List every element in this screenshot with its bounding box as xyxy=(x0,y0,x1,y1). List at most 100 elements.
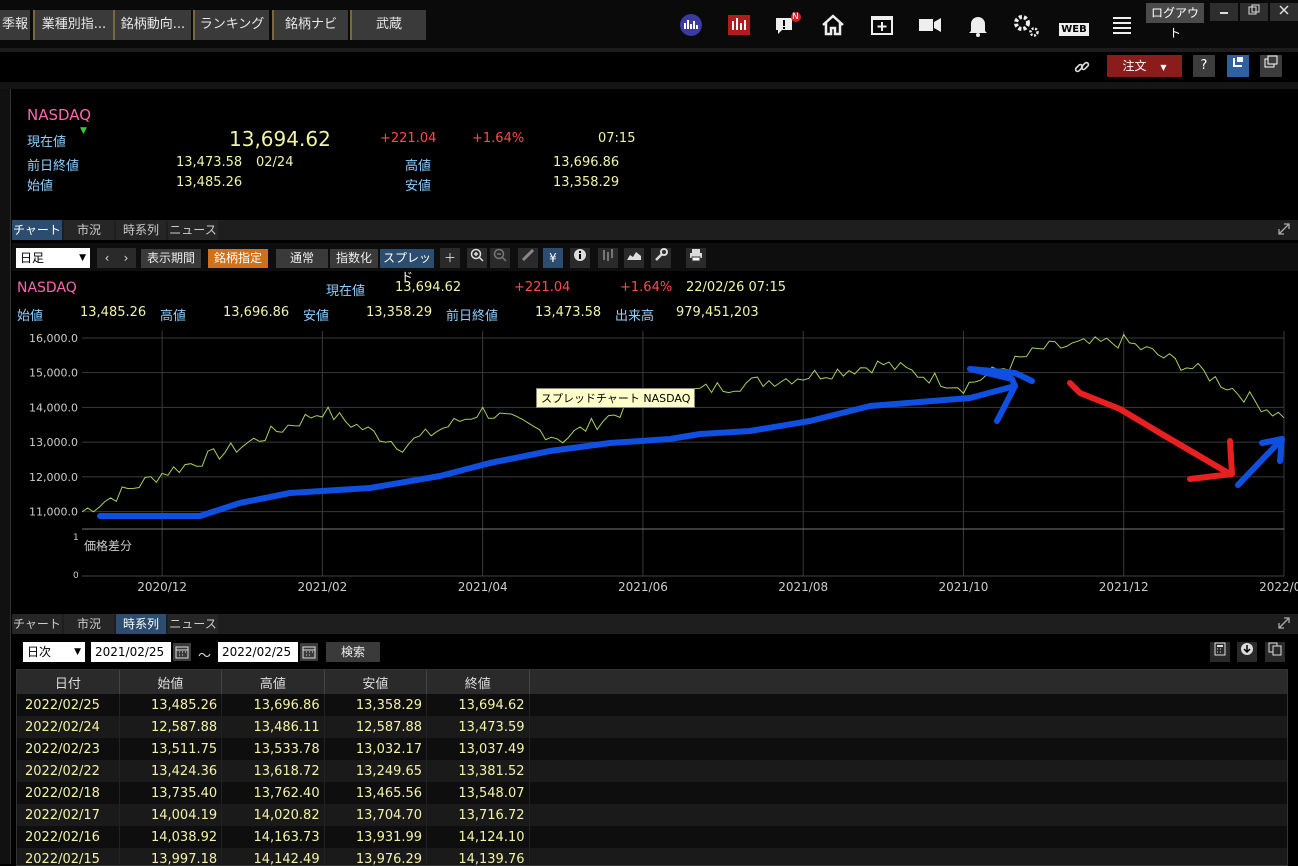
crosshair-icon[interactable]: ＋ xyxy=(440,248,460,268)
chart-prev-label: 前日終値 xyxy=(446,309,499,324)
table-row[interactable]: 2022/02/24 12,587.88 13,486.11 12,587.88 13,… xyxy=(17,716,1287,738)
interval-select[interactable]: 日次 ▼ xyxy=(23,642,85,662)
window-link-icon[interactable] xyxy=(1227,55,1249,77)
cell-high: 13,533.78 xyxy=(221,738,325,760)
ts-expand-icon[interactable] xyxy=(1278,617,1290,632)
logout-button[interactable]: ログアウト xyxy=(1146,3,1204,40)
ts-tab-news[interactable]: ニュース xyxy=(168,614,218,634)
cell-high: 13,618.72 xyxy=(221,760,325,782)
calendar-icon[interactable] xyxy=(173,643,191,661)
menu-icon[interactable] xyxy=(1108,12,1136,38)
restore-icon[interactable] xyxy=(1240,3,1268,21)
cell-open: 14,004.19 xyxy=(119,804,223,826)
calendar-icon[interactable] xyxy=(300,643,318,661)
table-row[interactable]: 2022/02/16 14,038.92 14,163.73 13,931.99 14,… xyxy=(17,826,1287,848)
col-close[interactable]: 終値 xyxy=(426,670,530,694)
spread-button[interactable]: スプレッド xyxy=(380,249,434,284)
col-date[interactable]: 日付 xyxy=(17,670,120,694)
search-button[interactable]: 検索 xyxy=(326,642,380,662)
link-icon[interactable] xyxy=(1072,57,1092,77)
secondary-toolbar xyxy=(0,52,1298,82)
market-icon[interactable] xyxy=(677,12,705,38)
cell-low: 13,931.99 xyxy=(324,826,428,848)
copy-icon[interactable] xyxy=(1265,642,1285,662)
red-down-annotation xyxy=(1067,380,1235,482)
cell-low: 13,249.65 xyxy=(324,760,428,782)
col-low[interactable]: 安値 xyxy=(324,670,428,694)
ts-tab-chart[interactable]: チャート xyxy=(12,614,62,634)
info-icon[interactable] xyxy=(570,248,590,268)
wrench-icon[interactable] xyxy=(651,248,671,268)
cell-close: 13,548.07 xyxy=(426,782,530,804)
ts-tab-market[interactable]: 市況 xyxy=(64,614,114,634)
popout-icon[interactable] xyxy=(1260,55,1282,77)
table-row[interactable]: 2022/02/15 13,997.18 14,142.49 13,976.29 14,… xyxy=(17,848,1287,865)
display-period-button[interactable]: 表示期間 xyxy=(141,249,201,268)
col-high[interactable]: 高値 xyxy=(221,670,325,694)
download-icon[interactable] xyxy=(1237,642,1257,662)
expand-icon[interactable] xyxy=(1278,223,1290,238)
cell-filler xyxy=(529,738,1287,760)
table-row[interactable]: 2022/02/22 13,424.36 13,618.72 13,249.65 13,… xyxy=(17,760,1287,782)
order-button[interactable]: 注文 ▼ xyxy=(1107,55,1182,77)
table-row[interactable]: 2022/02/25 13,485.26 13,696.86 13,358.29 13,… xyxy=(17,694,1287,716)
chart-red-icon[interactable] xyxy=(725,12,753,38)
video-icon[interactable] xyxy=(916,12,944,38)
area-chart-icon[interactable] xyxy=(624,248,644,268)
nav-tab-industry[interactable]: 業種別指... xyxy=(33,10,113,40)
chart-tooltip: スプレッドチャート NASDAQ xyxy=(536,388,696,408)
yen-icon[interactable]: ¥ xyxy=(543,248,563,268)
news-alert-icon[interactable]: N xyxy=(773,12,801,38)
cell-high: 13,696.86 xyxy=(221,694,325,716)
cell-low: 13,465.56 xyxy=(324,782,428,804)
web-icon[interactable]: WEB xyxy=(1058,12,1090,38)
prev-icon[interactable]: ‹ xyxy=(97,248,117,268)
nav-tab-ranking[interactable]: ランキング xyxy=(193,10,269,40)
cell-filler xyxy=(529,716,1287,738)
candles-icon[interactable] xyxy=(598,248,618,268)
close-icon[interactable] xyxy=(1270,3,1298,21)
high-value: 13,696.86 xyxy=(553,155,620,170)
date-from-field[interactable]: 2021/02/25 xyxy=(91,642,171,662)
table-row[interactable]: 2022/02/18 13,735.40 13,762.40 13,465.56 13,… xyxy=(17,782,1287,804)
normal-button[interactable]: 通常 xyxy=(276,249,328,268)
table-row[interactable]: 2022/02/23 13,511.75 13,533.78 13,032.17 13,… xyxy=(17,738,1287,760)
draw-icon[interactable] xyxy=(518,248,538,268)
cell-low: 13,358.29 xyxy=(324,694,428,716)
tab-market[interactable]: 市況 xyxy=(64,220,114,240)
period-select[interactable]: 日足 ▼ xyxy=(16,248,90,268)
print-icon[interactable] xyxy=(686,248,706,268)
index-button[interactable]: 指数化 xyxy=(330,249,378,268)
open-value: 13,485.26 xyxy=(176,175,243,190)
zoom-in-icon[interactable] xyxy=(467,248,487,268)
table-row[interactable]: 2022/02/17 14,004.19 14,020.82 13,704.70 13,… xyxy=(17,804,1287,826)
home-icon[interactable] xyxy=(819,12,847,38)
sub-tick-1: 1 xyxy=(73,533,79,543)
x-tick-label: 2021/12 xyxy=(1099,580,1149,594)
date-to-field[interactable]: 2022/02/25 xyxy=(218,642,298,662)
settings-icon[interactable] xyxy=(1011,12,1039,38)
ts-tab-timeseries[interactable]: 時系列 xyxy=(116,614,166,634)
calculator-icon[interactable] xyxy=(1210,642,1230,662)
blue-up-annotation xyxy=(1235,436,1285,488)
tab-chart[interactable]: チャート xyxy=(12,220,62,240)
minimize-icon[interactable] xyxy=(1210,3,1238,21)
nav-tab-trend[interactable]: 銘柄動向... xyxy=(113,10,191,40)
help-button[interactable]: ? xyxy=(1193,55,1215,77)
y-tick-label: 13,000.0 xyxy=(29,436,78,449)
nav-tab-quarterly[interactable]: 季報 xyxy=(0,10,30,40)
tab-news[interactable]: ニュース xyxy=(168,220,218,240)
add-window-icon[interactable] xyxy=(868,12,896,38)
cell-filler xyxy=(529,826,1287,848)
next-icon[interactable]: › xyxy=(116,248,136,268)
tab-timeseries[interactable]: 時系列 xyxy=(116,220,166,240)
price-chart[interactable]: 11,000.0 12,000.0 13,000.0 14,000.0 15,000.0… xyxy=(12,331,1298,607)
nav-tab-musashi[interactable]: 武蔵 xyxy=(350,10,426,40)
nav-tab-navi[interactable]: 銘柄ナビ xyxy=(272,10,348,40)
bell-icon[interactable] xyxy=(964,12,992,38)
symbol-select-button[interactable]: 銘柄指定 xyxy=(208,249,268,268)
change-value: +221.04 xyxy=(380,131,437,146)
zoom-out-icon[interactable] xyxy=(490,248,510,268)
col-open[interactable]: 始値 xyxy=(119,670,223,694)
cell-date: 2022/02/23 xyxy=(17,738,120,760)
